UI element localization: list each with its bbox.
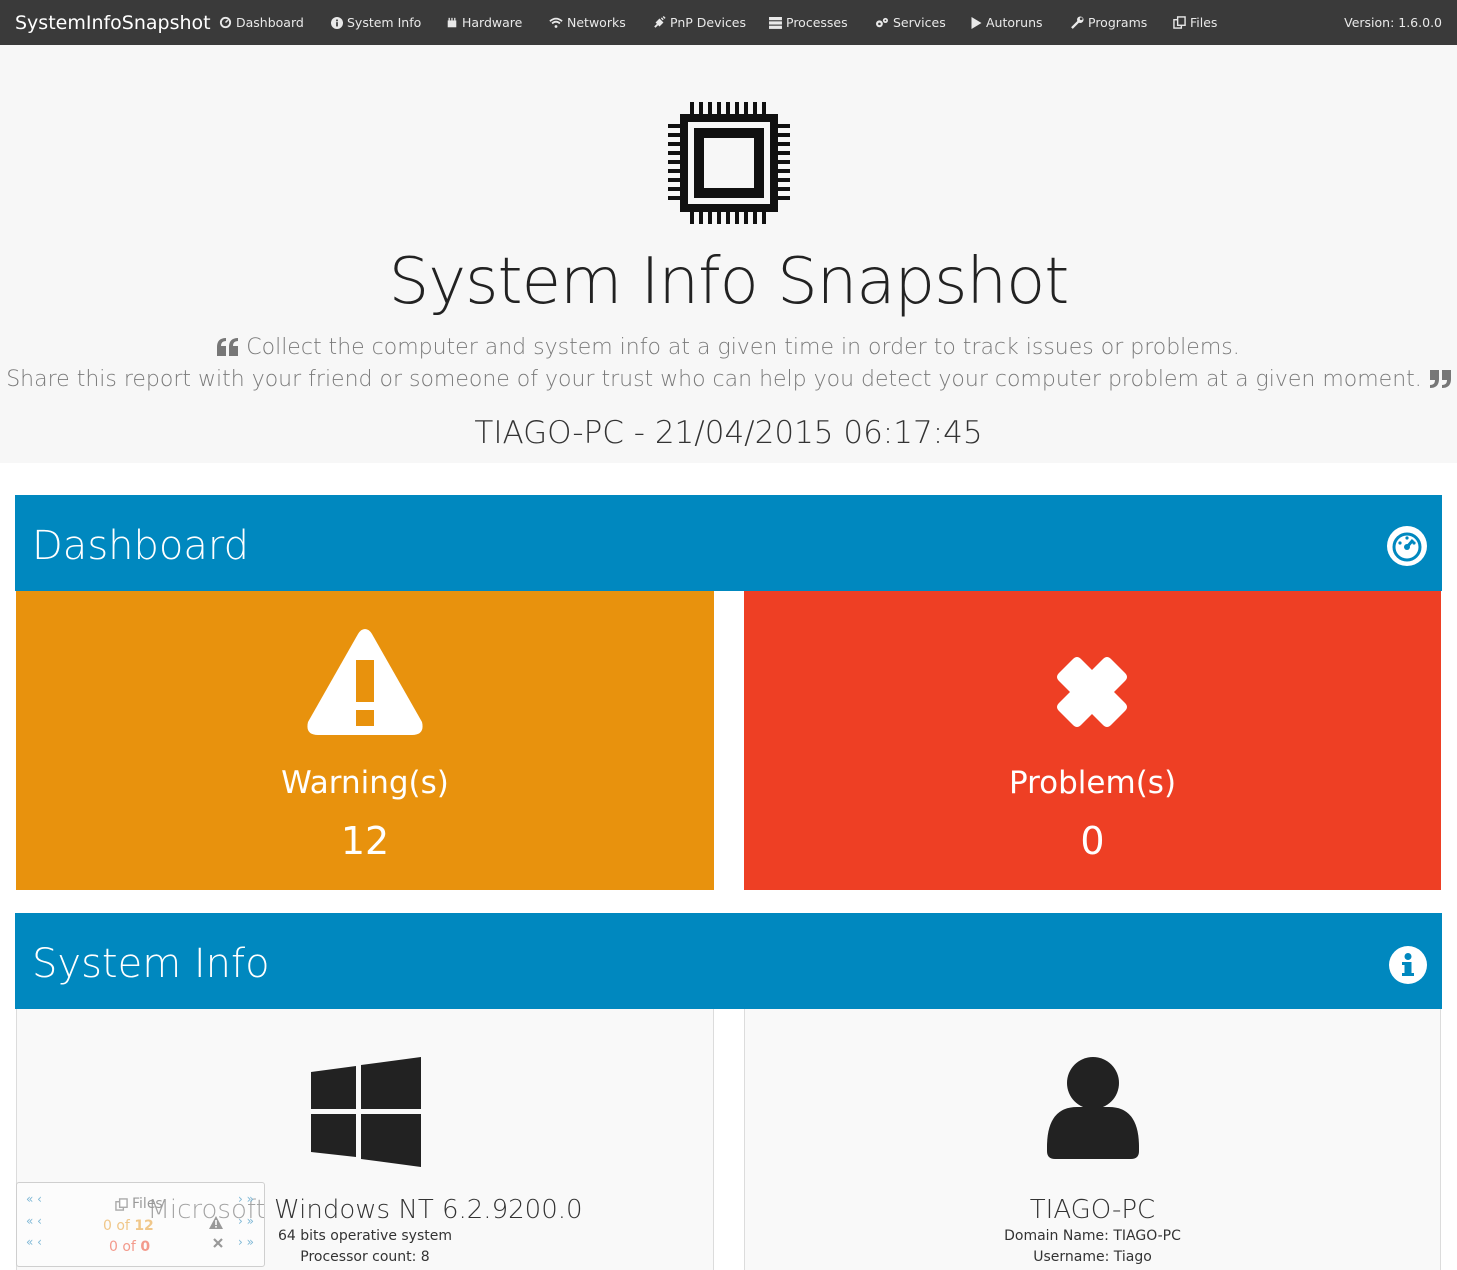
problems-label: Problem(s) — [1008, 765, 1177, 801]
files-icon — [1173, 16, 1186, 29]
close-small-icon — [213, 1238, 223, 1248]
last-problem-icon[interactable]: › » — [238, 1235, 254, 1249]
user-card: TIAGO-PC Domain Name: TIAGO-PC Username:… — [744, 1009, 1441, 1270]
nav-services-label: Services — [893, 15, 946, 30]
dashboard-panel-header: Dashboard — [15, 495, 1442, 591]
warnings-label: Warning(s) — [281, 765, 449, 801]
nav-pnp-devices[interactable]: PnP Devices — [653, 0, 746, 45]
widget-problems-prefix: 0 of — [109, 1239, 141, 1255]
nav-system-info[interactable]: System Info — [331, 0, 421, 45]
windows-logo-icon — [311, 1057, 421, 1167]
widget-warnings-total: 12 — [134, 1218, 154, 1234]
problems-tile[interactable]: Problem(s) 0 — [744, 591, 1441, 890]
last-warning-icon[interactable]: › » — [238, 1214, 254, 1228]
close-icon — [1057, 657, 1127, 727]
nav-programs[interactable]: Programs — [1071, 0, 1147, 45]
wifi-icon — [549, 17, 563, 28]
nav-pnp-devices-label: PnP Devices — [670, 15, 747, 30]
nav-dashboard[interactable]: Dashboard — [219, 0, 304, 45]
warning-small-icon — [209, 1216, 223, 1229]
brand-link[interactable]: SystemInfoSnapshot — [0, 12, 211, 34]
dashboard-icon — [1387, 526, 1427, 566]
system-info-panel-header: System Info — [15, 913, 1442, 1009]
quote-line-1: Collect the computer and system info at … — [0, 335, 1457, 360]
quote-line-2-text: Share this report with your friend or so… — [6, 367, 1422, 392]
warning-icon — [307, 629, 423, 735]
top-navbar: SystemInfoSnapshot Dashboard System Info… — [0, 0, 1457, 45]
page-title: System Info Snapshot — [388, 245, 1070, 319]
quote-close-icon — [1429, 370, 1451, 388]
last-page-icon[interactable]: › » — [238, 1192, 254, 1206]
widget-problems: 0 of 0 — [109, 1239, 150, 1255]
nav-system-info-label: System Info — [347, 15, 422, 30]
username: Username: Tiago — [1033, 1249, 1152, 1265]
info-icon — [331, 16, 343, 29]
nav-networks[interactable]: Networks — [549, 0, 626, 45]
nav-dashboard-label: Dashboard — [236, 15, 304, 30]
system-info-title: System Info — [32, 941, 270, 987]
user-icon — [1047, 1057, 1139, 1159]
first-page-icon[interactable]: « ‹ — [26, 1192, 42, 1206]
nav-autoruns[interactable]: Autoruns — [971, 0, 1043, 45]
section-status-widget: « ‹ « ‹ « ‹ Files 0 of 12 0 of 0 › » › »… — [16, 1182, 265, 1267]
info-circle-icon — [1389, 946, 1427, 984]
first-problem-icon[interactable]: « ‹ — [26, 1235, 42, 1249]
quote-line-2: Share this report with your friend or so… — [0, 367, 1457, 392]
warnings-tile[interactable]: Warning(s) 12 — [16, 591, 714, 890]
nav-processes[interactable]: Processes — [769, 0, 848, 45]
hero-section: System Info Snapshot Collect the compute… — [0, 45, 1457, 463]
cogs-icon — [876, 17, 888, 27]
cpu-chip-icon — [668, 102, 790, 224]
nav-files-label: Files — [1190, 15, 1218, 30]
widget-problems-total: 0 — [140, 1239, 151, 1255]
nav-autoruns-label: Autoruns — [986, 15, 1043, 30]
nav-hardware-label: Hardware — [462, 15, 523, 30]
files-icon — [115, 1197, 128, 1211]
problems-count: 0 — [1080, 819, 1105, 863]
dashboard-title: Dashboard — [32, 523, 250, 569]
widget-warnings-prefix: 0 of — [103, 1218, 135, 1234]
widget-section: Files — [115, 1196, 163, 1212]
first-warning-icon[interactable]: « ‹ — [26, 1214, 42, 1228]
plug-icon — [654, 16, 666, 28]
nav-services[interactable]: Services — [875, 0, 946, 45]
version-text: Version: 1.6.0.0 — [1344, 15, 1442, 30]
computer-name: TIAGO-PC — [1029, 1195, 1156, 1225]
warnings-count: 12 — [340, 819, 390, 863]
widget-section-label: Files — [132, 1196, 163, 1212]
server-icon — [769, 16, 782, 29]
quote-line-1-text: Collect the computer and system info at … — [246, 335, 1240, 360]
domain-name: Domain Name: TIAGO-PC — [1004, 1228, 1181, 1244]
nav-processes-label: Processes — [786, 15, 848, 30]
quote-open-icon — [217, 338, 239, 356]
dashboard-icon — [219, 16, 232, 29]
wrench-icon — [1071, 16, 1084, 29]
play-icon — [971, 16, 982, 29]
nav-files[interactable]: Files — [1173, 0, 1217, 45]
machine-timestamp: TIAGO-PC - 21/04/2015 06:17:45 — [474, 415, 983, 451]
widget-warnings: 0 of 12 — [103, 1218, 154, 1234]
nav-programs-label: Programs — [1088, 15, 1148, 30]
nav-networks-label: Networks — [567, 15, 626, 30]
nav-hardware[interactable]: Hardware — [446, 0, 522, 45]
hardware-icon — [447, 17, 457, 27]
